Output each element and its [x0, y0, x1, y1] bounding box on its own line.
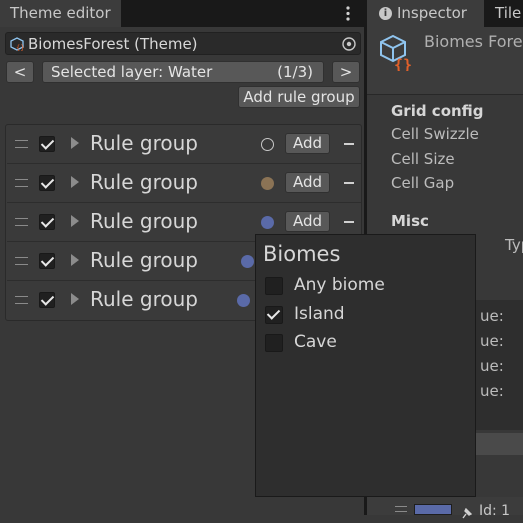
rule-group-enable-checkbox[interactable] [39, 136, 55, 152]
layer-selector[interactable]: Selected layer: Water (1/3) [42, 61, 324, 83]
pin-icon[interactable] [460, 504, 473, 519]
prev-layer-label: < [13, 63, 27, 81]
drag-handle-icon[interactable] [15, 218, 28, 226]
partial-value-label: ue: [480, 307, 504, 325]
grid-config-heading: Grid config [391, 102, 484, 120]
partial-value-label: ue: [480, 382, 504, 400]
cave-checkbox[interactable] [265, 334, 283, 352]
layer-selector-label: Selected layer: Water [51, 63, 213, 81]
rule-group-enable-checkbox[interactable] [39, 292, 55, 308]
rule-group-label: Rule group [90, 287, 198, 311]
next-layer-button[interactable]: > [332, 61, 360, 83]
add-rule-button[interactable]: Add [285, 133, 330, 154]
rule-group-label: Rule group [90, 248, 198, 272]
add-rule-label: Add [292, 212, 323, 230]
inspector-object-name: Biomes Fore [424, 32, 523, 51]
island-checkbox[interactable] [265, 306, 283, 324]
any-biome-checkbox[interactable] [265, 277, 283, 295]
remove-rule-group-icon[interactable] [344, 143, 354, 145]
tile-preview [414, 504, 452, 515]
rule-group-row[interactable]: Rule group Add [7, 125, 361, 164]
tab-inspector[interactable]: i Inspector [367, 0, 484, 27]
cell-size-label: Cell Size [391, 150, 455, 168]
theme-object-field[interactable]: {} BiomesForest (Theme) [5, 32, 361, 55]
island-label[interactable]: Island [294, 304, 345, 324]
expand-arrow-icon[interactable] [71, 215, 79, 227]
drag-handle-icon[interactable] [15, 140, 28, 148]
rule-group-label: Rule group [90, 131, 198, 155]
tab-tile[interactable]: Tile [486, 0, 523, 27]
expand-arrow-icon[interactable] [71, 254, 79, 266]
drag-handle-icon[interactable] [15, 296, 28, 304]
info-icon: i [379, 7, 392, 20]
misc-heading: Misc [391, 212, 429, 230]
biome-dot-icon[interactable] [261, 177, 274, 190]
theme-asset-large-icon: {} [378, 33, 416, 74]
partial-value-label: ue: [480, 332, 504, 350]
expand-arrow-icon[interactable] [71, 176, 79, 188]
theme-field-value: BiomesForest (Theme) [28, 35, 198, 53]
rule-group-enable-checkbox[interactable] [39, 253, 55, 269]
expand-arrow-icon[interactable] [71, 293, 79, 305]
theme-asset-icon: {} [10, 37, 24, 52]
layer-count: (1/3) [277, 63, 313, 81]
add-rule-label: Add [292, 134, 323, 152]
cell-gap-label: Cell Gap [391, 174, 455, 192]
add-rule-group-label: Add rule group [243, 88, 355, 106]
add-rule-label: Add [292, 173, 323, 191]
expand-arrow-icon[interactable] [71, 137, 79, 149]
add-rule-button[interactable]: Add [285, 172, 330, 193]
biomes-popup: Biomes Any biome Island Cave [255, 234, 476, 497]
svg-text:{}: {} [16, 44, 24, 51]
partial-value-label: ue: [480, 357, 504, 375]
tab-theme-editor-label: Theme editor [10, 4, 111, 22]
tab-theme-editor[interactable]: Theme editor [0, 0, 121, 27]
rule-group-label: Rule group [90, 170, 198, 194]
add-rule-button[interactable]: Add [285, 211, 330, 232]
tab-inspector-label: Inspector [397, 4, 467, 22]
more-options-icon[interactable] [342, 5, 354, 22]
object-picker-icon[interactable] [341, 36, 357, 52]
biome-dot-icon[interactable] [261, 216, 274, 229]
biomes-popup-title: Biomes [263, 242, 341, 266]
cave-label[interactable]: Cave [294, 332, 337, 352]
add-rule-group-button[interactable]: Add rule group [238, 86, 360, 108]
drag-handle-icon[interactable] [15, 257, 28, 265]
rule-group-enable-checkbox[interactable] [39, 175, 55, 191]
remove-rule-group-icon[interactable] [344, 182, 354, 184]
next-layer-label: > [339, 63, 353, 81]
any-biome-label[interactable]: Any biome [294, 275, 385, 295]
cell-swizzle-label: Cell Swizzle [391, 125, 479, 143]
rule-group-row[interactable]: Rule group Add [7, 164, 361, 203]
drag-handle-icon[interactable] [15, 179, 28, 187]
partial-type-label: Typ [505, 236, 523, 254]
biome-dot-icon[interactable] [241, 255, 254, 268]
svg-text:{}: {} [394, 56, 412, 71]
drag-handle-icon[interactable] [395, 506, 407, 512]
tab-tile-label: Tile [495, 4, 522, 22]
inspector-bar [476, 433, 523, 455]
rule-group-enable-checkbox[interactable] [39, 214, 55, 230]
tile-id-label: Id: 1 [479, 503, 511, 519]
rule-group-label: Rule group [90, 209, 198, 233]
prev-layer-button[interactable]: < [6, 61, 34, 83]
biome-dot-icon[interactable] [237, 294, 250, 307]
biome-dot-icon[interactable] [261, 138, 274, 151]
remove-rule-group-icon[interactable] [344, 221, 354, 223]
